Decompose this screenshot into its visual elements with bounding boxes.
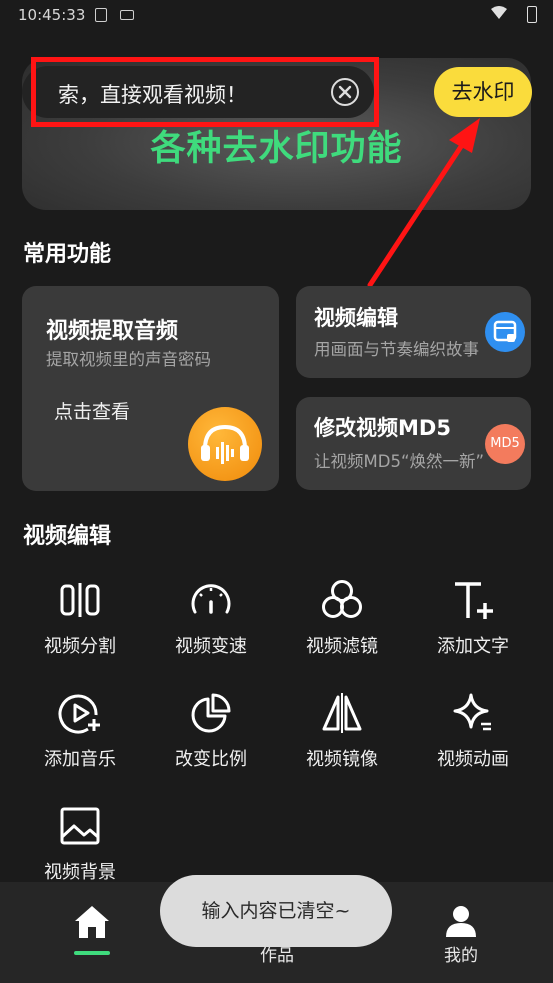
extract-audio-subtitle: 提取视频里的声音密码	[46, 350, 211, 369]
modify-md5-subtitle: 让视频MD5“焕然一新”	[314, 452, 485, 471]
modify-md5-card[interactable]: 修改视频MD5 让视频MD5“焕然一新” MD5	[296, 397, 531, 490]
tool-label: 视频镜像	[306, 749, 378, 770]
wifi-icon	[491, 6, 507, 19]
banner-title: 各种去水印功能	[150, 129, 403, 169]
status-bar: 10:45:33	[0, 0, 553, 32]
extract-audio-title: 视频提取音频	[46, 319, 179, 344]
section-title-common: 常用功能	[23, 242, 112, 267]
tool-video-split[interactable]: 视频分割	[25, 578, 135, 678]
video-edit-subtitle: 用画面与节奏编织故事	[314, 340, 479, 359]
tool-add-music[interactable]: 添加音乐	[25, 691, 135, 791]
tool-video-mirror[interactable]: 视频镜像	[287, 691, 397, 791]
remove-watermark-button[interactable]: 去水印	[434, 67, 532, 117]
nav-label-mine: 我的	[444, 946, 478, 966]
filter-icon	[322, 580, 362, 618]
tool-video-speed[interactable]: 视频变速	[156, 578, 266, 678]
section-title-video-edit: 视频编辑	[23, 524, 112, 549]
nav-mine[interactable]: 我的	[411, 882, 511, 977]
toast-message: 输入内容已清空~	[160, 875, 392, 947]
split-icon	[60, 583, 100, 617]
tool-video-filter[interactable]: 视频滤镜	[287, 578, 397, 678]
sparkle-icon	[453, 693, 491, 731]
speedometer-icon	[191, 584, 231, 614]
headphones-icon	[188, 407, 262, 481]
status-time: 10:45:33	[18, 6, 86, 24]
tool-label: 视频滤镜	[306, 636, 378, 657]
video-edit-card[interactable]: 视频编辑 用画面与节奏编织故事	[296, 286, 531, 378]
tool-add-text[interactable]: 添加文字	[418, 578, 528, 678]
add-text-icon	[455, 582, 493, 619]
notification-icon	[95, 8, 107, 22]
home-icon	[75, 906, 109, 938]
extract-audio-card[interactable]: 视频提取音频 提取视频里的声音密码 点击查看	[22, 286, 279, 491]
video-edit-title: 视频编辑	[314, 306, 398, 330]
tool-video-animation[interactable]: 视频动画	[418, 691, 528, 791]
image-background-icon	[60, 807, 100, 845]
video-edit-icon	[485, 312, 525, 352]
modify-md5-title: 修改视频MD5	[314, 416, 451, 440]
tool-label: 改变比例	[175, 749, 247, 770]
tool-label: 视频分割	[44, 636, 116, 657]
tool-label: 添加文字	[437, 636, 509, 657]
nav-active-indicator	[74, 951, 110, 955]
highlight-annotation	[31, 57, 379, 127]
tool-label: 视频变速	[175, 636, 247, 657]
user-icon	[446, 906, 476, 937]
tool-label: 添加音乐	[44, 749, 116, 770]
nav-home[interactable]	[42, 882, 142, 977]
tool-change-ratio[interactable]: 改变比例	[156, 691, 266, 791]
tool-label: 视频背景	[44, 862, 116, 883]
pie-ratio-icon	[191, 693, 231, 733]
view-details-link[interactable]: 点击查看	[54, 397, 130, 424]
tool-label: 视频动画	[437, 749, 509, 770]
md5-badge: MD5	[485, 424, 525, 464]
notification-icon-2	[120, 10, 134, 20]
battery-icon	[527, 6, 537, 23]
add-music-icon	[58, 694, 100, 734]
mirror-icon	[322, 693, 362, 733]
